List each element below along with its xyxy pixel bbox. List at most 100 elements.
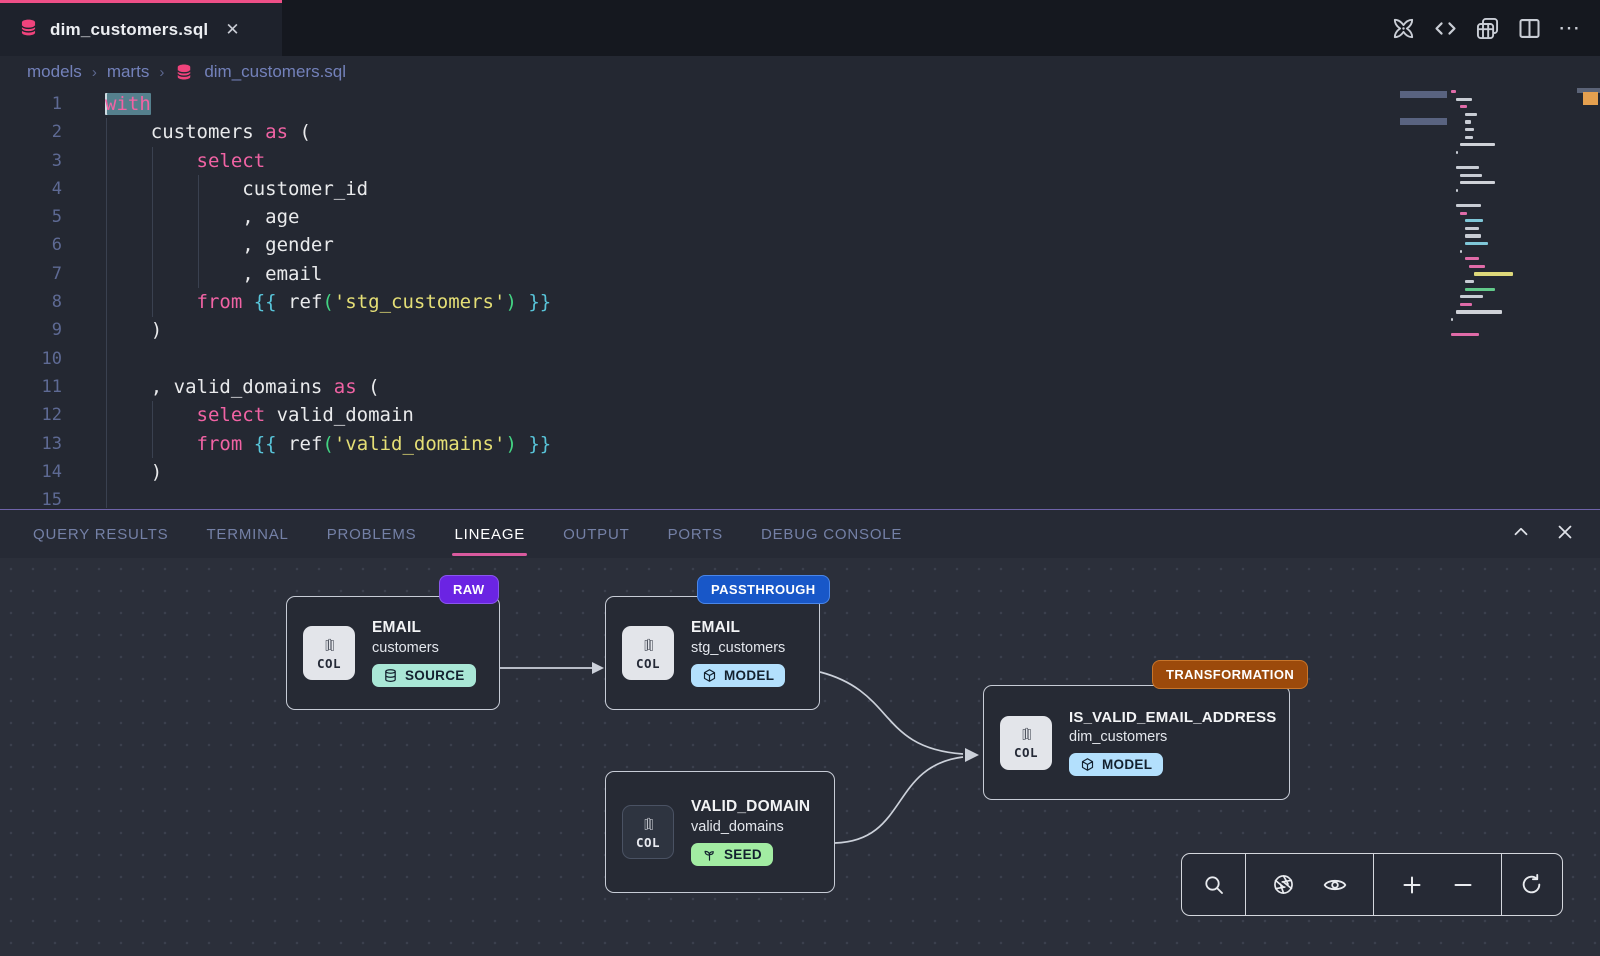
column-tile: COL [622,626,674,680]
database-icon [174,62,194,82]
breadcrumb: models › marts › dim_customers.sql [0,56,1600,88]
database-icon [18,17,39,43]
eye-icon[interactable] [1322,872,1348,898]
code-lines: with customers as ( select customer_id ,… [0,90,1450,509]
pill-source[interactable]: SOURCE [372,664,476,687]
database-icon [383,668,398,683]
columns-icon [639,815,658,834]
panel-tab-output[interactable]: OUTPUT [563,526,629,543]
zoom-out-icon[interactable] [1451,873,1475,897]
toolbar-zoom-cell [1374,854,1502,915]
code-line[interactable] [0,345,1450,373]
minimap-line [1465,113,1478,116]
pill-model[interactable]: MODEL [691,664,785,687]
refresh-icon[interactable] [1519,872,1544,897]
minimap-line [1456,189,1458,192]
columns-icon [320,636,339,655]
panel-tab-ports[interactable]: PORTS [668,526,723,543]
code-line[interactable]: ) [0,316,1450,344]
column-tile-label: COL [636,656,660,671]
lineage-canvas[interactable]: RAW PASSTHROUGH TRANSFORMATION COL EMAIL… [0,558,1600,956]
badge-transformation: TRANSFORMATION [1152,660,1308,689]
lineage-node-stg-customers[interactable]: COL EMAIL stg_customers MODEL [605,596,820,710]
code-line[interactable]: from {{ ref('valid_domains') }} [0,430,1450,458]
search-icon[interactable] [1202,873,1226,897]
column-tile-label: COL [317,656,341,671]
ide-window: dim_customers.sql ✕ ⋯ models › marts › d… [0,0,1600,956]
editor-actions: ⋯ [1390,0,1600,56]
column-tile-label: COL [636,835,660,850]
minimap-line [1451,333,1479,336]
minimap-line [1474,272,1513,275]
pill-model[interactable]: MODEL [1069,753,1163,776]
code-line[interactable]: customers as ( [0,118,1450,146]
overview-ruler-marker [1583,92,1598,105]
code-line[interactable]: select [0,147,1450,175]
code-line[interactable]: ) [0,458,1450,486]
panel-tab-lineage[interactable]: LINEAGE [454,526,525,543]
panel-tab-terminal[interactable]: TERMINAL [206,526,288,543]
columns-icon [1017,725,1036,744]
panel-actions [1510,521,1576,548]
zoom-in-icon[interactable] [1400,873,1424,897]
lineage-node-dim-customers[interactable]: COL IS_VALID_EMAIL_ADDRESS dim_customers… [983,685,1290,800]
query-preview-icon[interactable] [1474,15,1501,42]
panel-tab-query-results[interactable]: QUERY RESULTS [33,526,168,543]
minimap[interactable] [1447,88,1543,428]
code-line[interactable]: , email [0,260,1450,288]
minimap-line [1465,257,1479,260]
code-line[interactable]: select valid_domain [0,401,1450,429]
close-icon[interactable] [1554,521,1576,548]
breadcrumb-item-file[interactable]: dim_customers.sql [204,62,346,82]
chevron-up-icon[interactable] [1510,521,1532,548]
code-line[interactable]: , gender [0,231,1450,259]
lineage-toolbar [1181,853,1563,916]
tab-dim-customers[interactable]: dim_customers.sql ✕ [0,0,282,56]
minimap-line [1465,120,1471,123]
code-line[interactable] [0,486,1450,509]
minimap-line [1451,318,1453,321]
minimap-line [1456,98,1472,101]
code-line[interactable]: , valid_domains as ( [0,373,1450,401]
cube-icon [702,668,717,683]
more-actions-icon[interactable]: ⋯ [1558,23,1580,33]
code-line[interactable]: from {{ ref('stg_customers') }} [0,288,1450,316]
columns-icon [639,636,658,655]
minimap-line [1465,280,1474,283]
split-editor-icon[interactable] [1516,15,1543,42]
code-editor[interactable]: 123456789101112131415 with customers as … [0,88,1600,509]
minimap-line [1456,151,1458,154]
panel-tab-problems[interactable]: PROBLEMS [327,526,417,543]
code-view-icon[interactable] [1432,15,1459,42]
bottom-panel: QUERY RESULTS TERMINAL PROBLEMS LINEAGE … [0,509,1600,956]
node-title: IS_VALID_EMAIL_ADDRESS [1069,709,1277,726]
breadcrumb-item-marts[interactable]: marts [107,62,150,82]
minimap-line [1460,250,1462,253]
minimap-line [1460,143,1495,146]
minimap-line [1465,234,1481,237]
lineage-node-customers[interactable]: COL EMAIL customers SOURCE [286,596,500,710]
code-line[interactable]: with [0,90,1450,118]
seedling-icon [702,847,717,862]
tab-close-icon[interactable]: ✕ [225,20,239,40]
minimap-line [1460,212,1467,215]
pill-seed[interactable]: SEED [691,843,773,866]
node-subtitle: valid_domains [691,819,810,835]
node-title: EMAIL [372,619,476,637]
node-title: EMAIL [691,619,785,637]
panel-tab-debug-console[interactable]: DEBUG CONSOLE [761,526,902,543]
code-line[interactable]: customer_id [0,175,1450,203]
aperture-icon[interactable] [1271,872,1296,897]
breadcrumb-item-models[interactable]: models [27,62,82,82]
minimap-line [1465,136,1473,139]
minimap-line [1456,310,1502,313]
node-subtitle: customers [372,640,476,656]
code-line[interactable]: , age [0,203,1450,231]
panel-tab-bar: QUERY RESULTS TERMINAL PROBLEMS LINEAGE … [0,510,1600,558]
toolbar-view-cell [1246,854,1374,915]
node-subtitle: stg_customers [691,640,785,656]
column-tile-label: COL [1014,745,1038,760]
minimap-line [1465,128,1474,131]
dbt-logo-icon[interactable] [1390,15,1417,42]
lineage-node-valid-domains[interactable]: COL VALID_DOMAIN valid_domains SEED [605,771,835,893]
